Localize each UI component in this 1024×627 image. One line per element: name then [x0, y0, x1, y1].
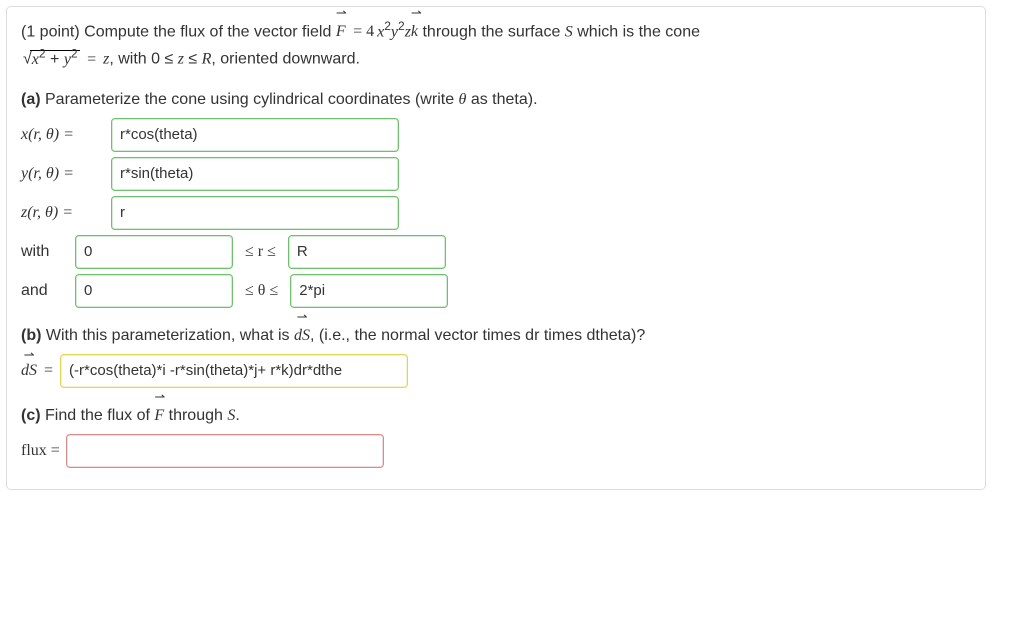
part-a-label: (a)	[21, 91, 41, 108]
r-lower-input[interactable]: 0	[75, 235, 233, 269]
oriented-text: , oriented downward.	[211, 51, 360, 68]
x-input[interactable]: r*cos(theta)	[111, 118, 399, 152]
part-b-text: With this parameterization, what is	[41, 327, 294, 344]
part-b-heading: (b) With this parameterization, what is …	[21, 324, 971, 348]
period: .	[235, 407, 239, 424]
part-a-end: as theta).	[466, 91, 537, 108]
R: R	[202, 51, 212, 68]
theta-upper-input[interactable]: 2*pi	[290, 274, 448, 308]
dS-equals: =	[44, 362, 53, 380]
which-text: which is the cone	[577, 23, 700, 40]
r-mid: ≤ r ≤	[245, 243, 276, 261]
theta-mid: ≤ θ ≤	[245, 282, 278, 300]
and-label: and	[21, 282, 69, 300]
r-upper-input[interactable]: R	[288, 235, 446, 269]
through-text: through the surface	[422, 23, 564, 40]
equals: = 4	[353, 23, 374, 40]
part-c-heading: (c) Find the flux of ⇀F through S.	[21, 404, 971, 428]
y-row: y(r, θ) = r*sin(theta)	[21, 157, 971, 191]
equals-z: =	[87, 51, 100, 68]
z-label: z(r, θ) =	[21, 204, 105, 222]
dS-row: ⇀dS = (-r*cos(theta)*i -r*sin(theta)*j+ …	[21, 354, 971, 388]
surface-S: S	[565, 23, 573, 40]
part-a-heading: (a) Parameterize the cone using cylindri…	[21, 88, 971, 112]
y-label: y(r, θ) =	[21, 165, 105, 183]
F-symbol-c: ⇀F	[154, 404, 164, 428]
points-text: (1 point) Compute the flux of the vector…	[21, 23, 336, 40]
z-row: z(r, θ) = r	[21, 196, 971, 230]
theta-lower-input[interactable]: 0	[75, 274, 233, 308]
vector-F: ⇀F	[336, 20, 346, 44]
part-b-end: , (i.e., the normal vector times dr time…	[310, 327, 645, 344]
flux-input[interactable]	[66, 434, 384, 468]
r-bounds-row: with 0 ≤ r ≤ R	[21, 235, 971, 269]
sqrt-expr: √x2 + y2	[21, 44, 80, 71]
part-c-end: through	[164, 407, 227, 424]
flux-label: flux =	[21, 442, 60, 460]
with-text: , with 0 ≤	[109, 51, 177, 68]
leq: ≤	[184, 51, 202, 68]
problem-container: (1 point) Compute the flux of the vector…	[6, 6, 986, 490]
x-row: x(r, θ) = r*cos(theta)	[21, 118, 971, 152]
vector-k: ⇀k	[411, 20, 418, 44]
dS-label: ⇀dS	[21, 362, 37, 380]
part-b-label: (b)	[21, 327, 41, 344]
problem-statement: (1 point) Compute the flux of the vector…	[21, 17, 971, 72]
theta-bounds-row: and 0 ≤ θ ≤ 2*pi	[21, 274, 971, 308]
part-c-text: Find the flux of	[41, 407, 155, 424]
term-y2: y	[391, 23, 398, 40]
x-label: x(r, θ) =	[21, 126, 105, 144]
y-input[interactable]: r*sin(theta)	[111, 157, 399, 191]
with-label: with	[21, 243, 69, 261]
dS-symbol: ⇀ddSS	[294, 324, 310, 348]
part-a-text: Parameterize the cone using cylindrical …	[41, 91, 459, 108]
flux-row: flux =	[21, 434, 971, 468]
part-c-label: (c)	[21, 407, 41, 424]
z-input[interactable]: r	[111, 196, 399, 230]
dS-input[interactable]: (-r*cos(theta)*i -r*sin(theta)*j+ r*k)dr…	[60, 354, 408, 388]
